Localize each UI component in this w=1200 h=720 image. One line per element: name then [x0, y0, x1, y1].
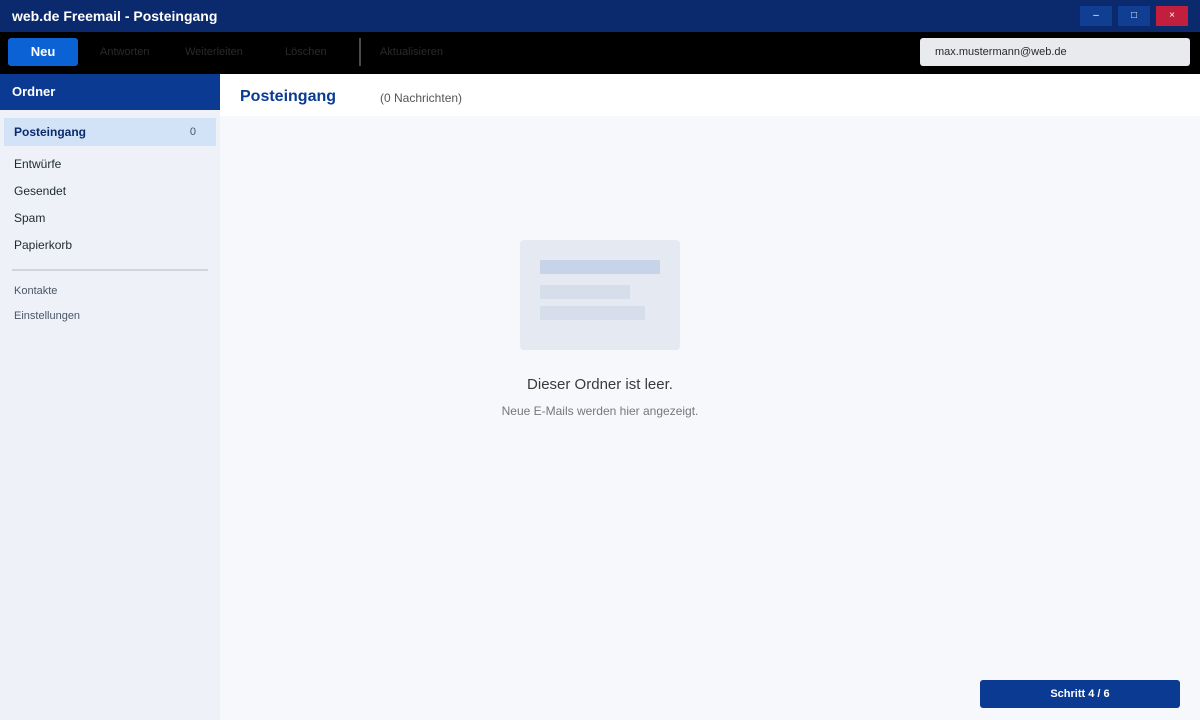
empty-state-title: Dieser Ordner ist leer.	[527, 376, 673, 393]
refresh-button[interactable]: Aktualisieren	[380, 46, 443, 58]
folder-label: Entwürfe	[14, 157, 62, 171]
empty-state-subtitle: Neue E-Mails werden hier angezeigt.	[501, 404, 699, 418]
message-count: (0 Nachrichten)	[380, 91, 463, 105]
page-title: Posteingang	[240, 88, 337, 105]
sidebar: Ordner Posteingang 0 Entwürfe Gesendet S…	[0, 74, 220, 720]
window-title: web.de Freemail - Posteingang	[12, 8, 218, 24]
toolbar-divider	[359, 38, 361, 66]
folder-sent[interactable]: Gesendet	[4, 177, 216, 205]
illustration-line	[540, 285, 630, 299]
new-mail-button[interactable]: Neu	[8, 38, 78, 66]
folder-label: Spam	[14, 211, 46, 225]
delete-button[interactable]: Löschen	[285, 46, 327, 58]
illustration-line	[540, 306, 645, 320]
folder-label: Gesendet	[14, 184, 67, 198]
folder-spam[interactable]: Spam	[4, 204, 216, 232]
sidebar-header: Ordner	[0, 74, 220, 110]
minimize-button[interactable]: –	[1080, 6, 1112, 26]
account-field[interactable]: max.mustermann@web.de	[920, 38, 1190, 66]
illustration-line	[540, 260, 660, 274]
close-button[interactable]: ×	[1156, 6, 1188, 26]
main-header: Posteingang (0 Nachrichten)	[220, 74, 1200, 116]
settings-link[interactable]: Einstellungen	[14, 310, 80, 322]
folder-inbox[interactable]: Posteingang 0	[4, 118, 216, 146]
contacts-link[interactable]: Kontakte	[14, 285, 57, 297]
folder-label: Papierkorb	[14, 238, 73, 252]
folder-label: Posteingang	[14, 125, 87, 139]
folder-drafts[interactable]: Entwürfe	[4, 150, 216, 178]
title-bar: web.de Freemail - Posteingang – □ ×	[0, 0, 1200, 32]
toolbar: Neu Antworten Weiterleiten Löschen Aktua…	[0, 32, 1200, 74]
sidebar-divider	[12, 269, 208, 271]
forward-button[interactable]: Weiterleiten	[185, 46, 243, 58]
unread-count: 0	[189, 126, 196, 138]
folder-trash[interactable]: Papierkorb	[4, 231, 216, 259]
empty-mail-illustration	[520, 240, 680, 350]
step-indicator: Schritt 4 / 6	[980, 680, 1180, 708]
reply-button[interactable]: Antworten	[100, 46, 150, 58]
maximize-button[interactable]: □	[1118, 6, 1150, 26]
